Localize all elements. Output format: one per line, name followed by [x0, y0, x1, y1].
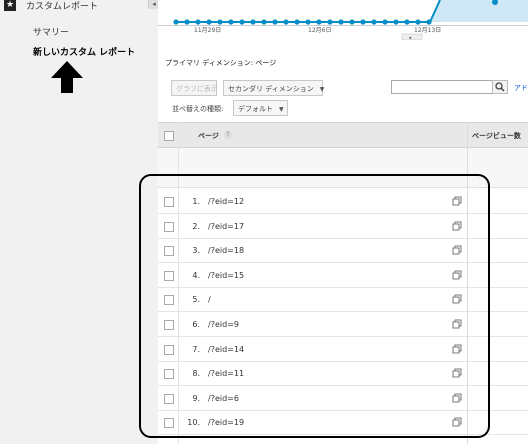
table-header: ページ ? ページビュー数 — [158, 122, 528, 148]
timeline-area — [430, 0, 528, 22]
primary-dimension-bar: プライマリ ディメンション: ページ — [165, 58, 276, 68]
timeline-point[interactable] — [305, 19, 311, 25]
up-arrow-annotation-icon — [51, 61, 83, 93]
timeline-point[interactable] — [393, 19, 399, 25]
timeline-date-label-3: 12月13日 — [414, 27, 441, 34]
advanced-filter-link[interactable]: アド — [514, 83, 528, 93]
sidebar-section-title: カスタムレポート — [26, 2, 99, 12]
caret-down-icon: ▼ — [319, 86, 325, 93]
timeline-point[interactable] — [206, 19, 212, 25]
timeline-point[interactable] — [426, 19, 432, 25]
timeline-point[interactable] — [261, 19, 267, 25]
primary-dimension-label: プライマリ ディメンション: — [165, 59, 254, 67]
timeline-point[interactable] — [327, 19, 333, 25]
sidebar-item-new-custom-report[interactable]: 新しいカスタム レポート — [33, 45, 135, 58]
sort-type-dropdown[interactable]: デフォルト ▼ — [233, 100, 288, 116]
help-icon[interactable]: ? — [224, 131, 232, 139]
search-button[interactable] — [492, 80, 508, 94]
timeline-point[interactable] — [360, 19, 366, 25]
sort-type-value: デフォルト — [238, 105, 273, 113]
timeline-point[interactable] — [184, 19, 190, 25]
star-icon: ★ — [4, 0, 16, 11]
table-search-input[interactable] — [391, 80, 494, 94]
sort-type-label: 並べ替えの種類: — [172, 105, 224, 113]
timeline-date-label-1: 11月29日 — [194, 27, 221, 34]
timeline-point[interactable] — [382, 19, 388, 25]
secondary-dimension-dropdown[interactable]: セカンダリ ディメンション ▼ — [223, 80, 325, 96]
select-all-checkbox[interactable] — [164, 131, 174, 141]
timeline-point[interactable] — [316, 19, 322, 25]
timeline-chart: 11月29日 12月6日 12月13日 ▾ — [158, 0, 528, 40]
timeline-point[interactable] — [349, 19, 355, 25]
timeline-point[interactable] — [239, 19, 245, 25]
timeline-point[interactable] — [404, 19, 410, 25]
timeline-point[interactable] — [173, 19, 179, 25]
sidebar: ★ カスタムレポート ◂ サマリー 新しいカスタム レポート — [0, 0, 159, 444]
column-header-page[interactable]: ページ — [198, 131, 219, 141]
timeline-point[interactable] — [217, 19, 223, 25]
caret-down-icon: ▼ — [279, 106, 284, 113]
timeline-point[interactable] — [283, 19, 289, 25]
sidebar-item-summary[interactable]: サマリー — [33, 25, 69, 38]
timeline-date-label-2: 12月6日 — [308, 27, 331, 34]
primary-dimension-page[interactable]: ページ — [255, 59, 276, 67]
timeline-point[interactable] — [371, 19, 377, 25]
sidebar-section-header[interactable]: ★ カスタムレポート — [0, 0, 148, 13]
timeline-point[interactable] — [338, 19, 344, 25]
timeline-point[interactable] — [415, 19, 421, 25]
column-header-pageviews[interactable]: ページビュー数 — [472, 131, 521, 141]
highlight-annotation — [139, 174, 490, 438]
timeline-scroll-handle — [401, 33, 423, 40]
chart-rows-button[interactable]: グラフに表示 — [171, 80, 218, 96]
timeline-point[interactable] — [228, 19, 234, 25]
timeline-point[interactable] — [294, 19, 300, 25]
timeline-point[interactable] — [195, 19, 201, 25]
secondary-dimension-label: セカンダリ ディメンション — [228, 85, 314, 93]
timeline-point[interactable] — [272, 19, 278, 25]
search-icon — [495, 82, 505, 92]
timeline-point[interactable] — [250, 19, 256, 25]
